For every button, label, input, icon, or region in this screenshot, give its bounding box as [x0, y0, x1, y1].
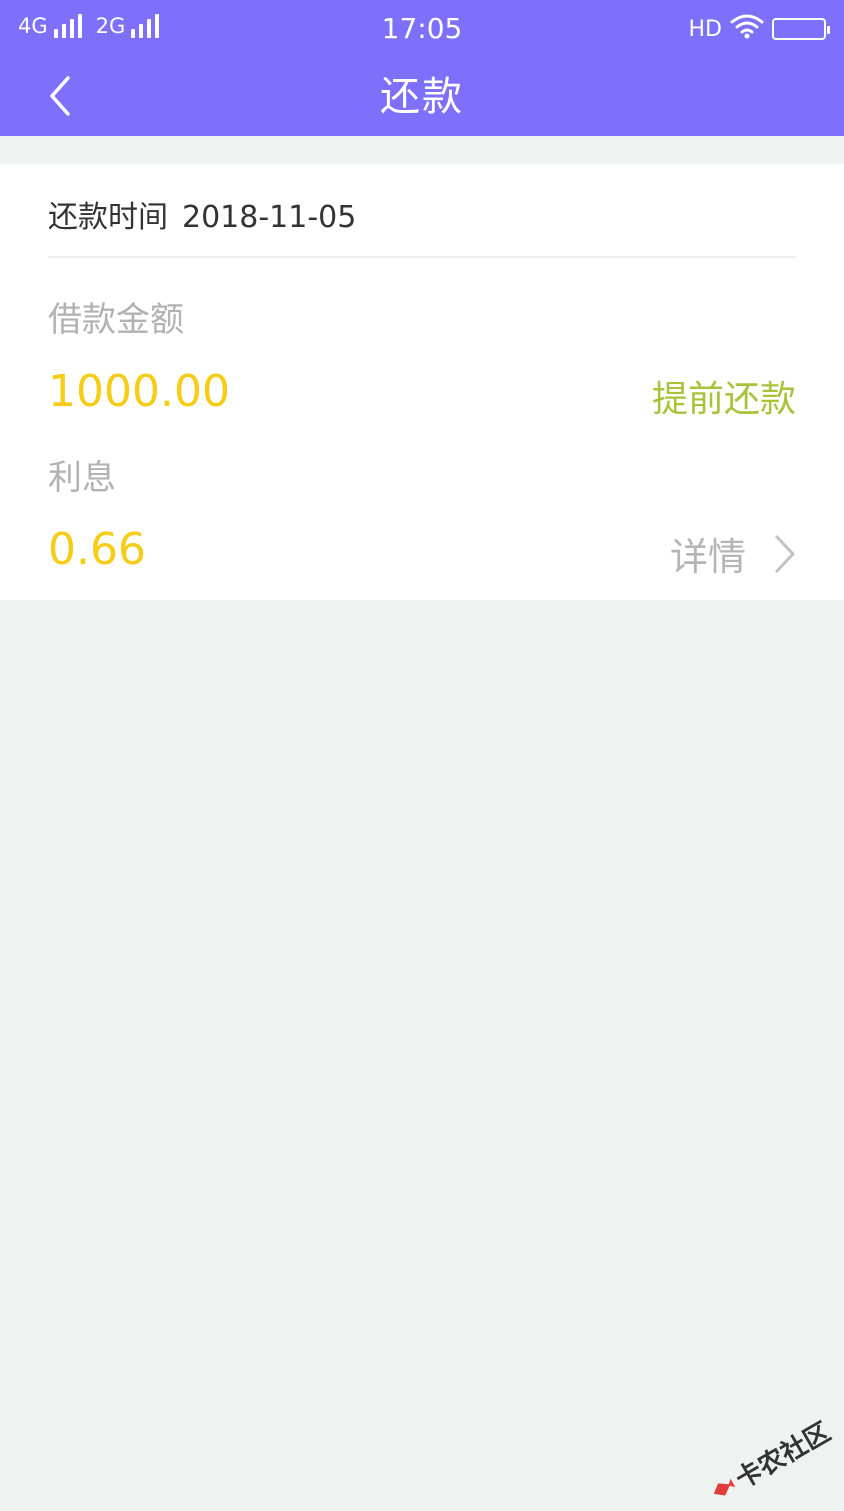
repayment-date-value: 2018-11-05: [182, 200, 356, 235]
page-title: 还款: [0, 64, 844, 122]
hd-indicator: HD: [689, 17, 722, 42]
prepay-button[interactable]: 提前还款: [652, 370, 796, 422]
principal-amount: 1000.00: [48, 366, 230, 417]
principal-label: 借款金额: [48, 292, 184, 341]
watermark-text: 卡农社区: [728, 1412, 837, 1496]
divider: [48, 256, 796, 258]
repayment-date-row: 还款时间 2018-11-05: [48, 192, 356, 236]
wifi-icon: [730, 13, 764, 45]
top-bar: 4G 2G 17:05 HD: [0, 0, 844, 136]
watermark: 卡农社区: [702, 1412, 837, 1511]
status-right: HD: [689, 13, 826, 45]
chevron-right-icon: [774, 534, 796, 574]
repayment-card: 还款时间 2018-11-05 借款金额 1000.00 提前还款 利息 0.66…: [0, 164, 844, 600]
interest-amount: 0.66: [48, 524, 146, 575]
battery-icon: [772, 18, 826, 40]
nav-bar: 还款: [0, 60, 844, 136]
status-bar: 4G 2G 17:05 HD: [0, 0, 844, 60]
details-label: 详情: [670, 526, 746, 581]
interest-label: 利息: [48, 450, 116, 499]
repayment-date-label: 还款时间: [48, 200, 168, 235]
details-link[interactable]: 详情: [670, 526, 796, 581]
